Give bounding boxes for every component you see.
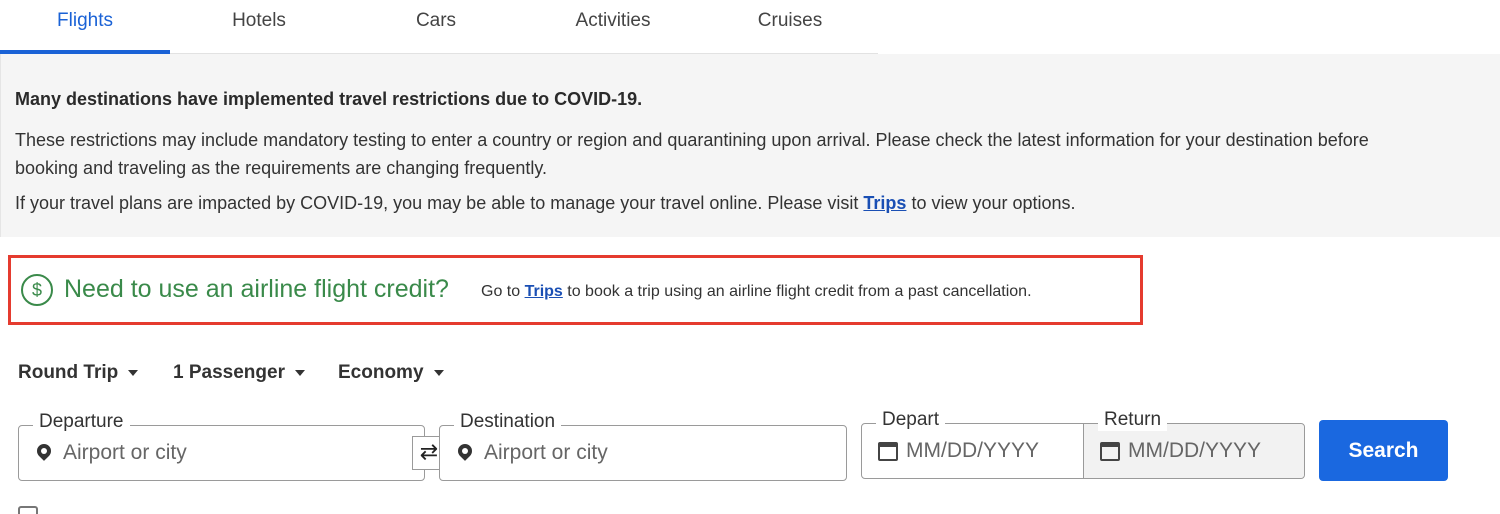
tab-flights[interactable]: Flights (0, 0, 170, 54)
trip-type-dropdown[interactable]: Round Trip (18, 362, 139, 384)
tab-hotels[interactable]: Hotels (174, 0, 344, 54)
flight-credit-banner: $ Need to use an airline flight credit? … (8, 255, 1143, 325)
tab-activities[interactable]: Activities (528, 0, 698, 54)
credit-text: Go to Trips to book a trip using an airl… (481, 283, 1032, 301)
dollar-circle-icon: $ (21, 274, 53, 306)
destination-field: Destination (439, 411, 847, 481)
notice-text-end: to view your options. (906, 193, 1076, 213)
return-date-input[interactable] (1128, 437, 1298, 465)
caret-down-icon (128, 369, 139, 376)
search-button[interactable]: Search (1319, 420, 1448, 481)
caret-down-icon (294, 369, 305, 376)
departure-input[interactable] (63, 439, 363, 467)
notice-paragraph: These restrictions may include mandatory… (15, 130, 1369, 178)
trips-link[interactable]: Trips (863, 193, 906, 213)
return-label: Return (1098, 409, 1168, 431)
tab-cruises[interactable]: Cruises (705, 0, 875, 54)
notice-paragraph-trips: If your travel plans are impacted by COV… (15, 191, 1076, 215)
calendar-icon (878, 442, 898, 461)
cabin-dropdown[interactable]: Economy (338, 362, 444, 384)
notice-text: If your travel plans are impacted by COV… (15, 193, 864, 213)
location-pin-icon (34, 441, 54, 461)
credit-heading: Need to use an airline flight credit? (64, 275, 449, 303)
credit-text-start: Go to (481, 283, 525, 300)
depart-date-input[interactable] (906, 437, 1076, 465)
calendar-icon (1100, 442, 1120, 461)
tab-cars[interactable]: Cars (351, 0, 521, 54)
departure-label: Departure (33, 411, 130, 433)
caret-down-icon (433, 369, 444, 376)
checkbox[interactable] (18, 506, 38, 514)
depart-date-section: Depart (862, 409, 1084, 478)
partial-checkbox-row (18, 505, 56, 514)
notice-title: Many destinations have implemented trave… (15, 89, 643, 109)
search-tabs: Flights Hotels Cars Activities Cruises (0, 0, 878, 54)
destination-input[interactable] (484, 439, 784, 467)
credit-trips-link[interactable]: Trips (525, 283, 563, 300)
location-pin-icon (455, 441, 475, 461)
cabin-label: Economy (338, 362, 424, 383)
depart-label: Depart (876, 409, 946, 431)
passengers-dropdown[interactable]: 1 Passenger (173, 362, 305, 384)
destination-label: Destination (454, 411, 562, 433)
credit-text-end: to book a trip using an airline flight c… (562, 283, 1032, 300)
departure-field: Departure (18, 411, 425, 481)
return-date-section: Return (1084, 409, 1304, 478)
passengers-label: 1 Passenger (173, 362, 285, 383)
date-range-field: Depart Return (861, 409, 1305, 479)
covid-notice: Many destinations have implemented trave… (0, 54, 1500, 237)
trip-type-label: Round Trip (18, 362, 119, 383)
